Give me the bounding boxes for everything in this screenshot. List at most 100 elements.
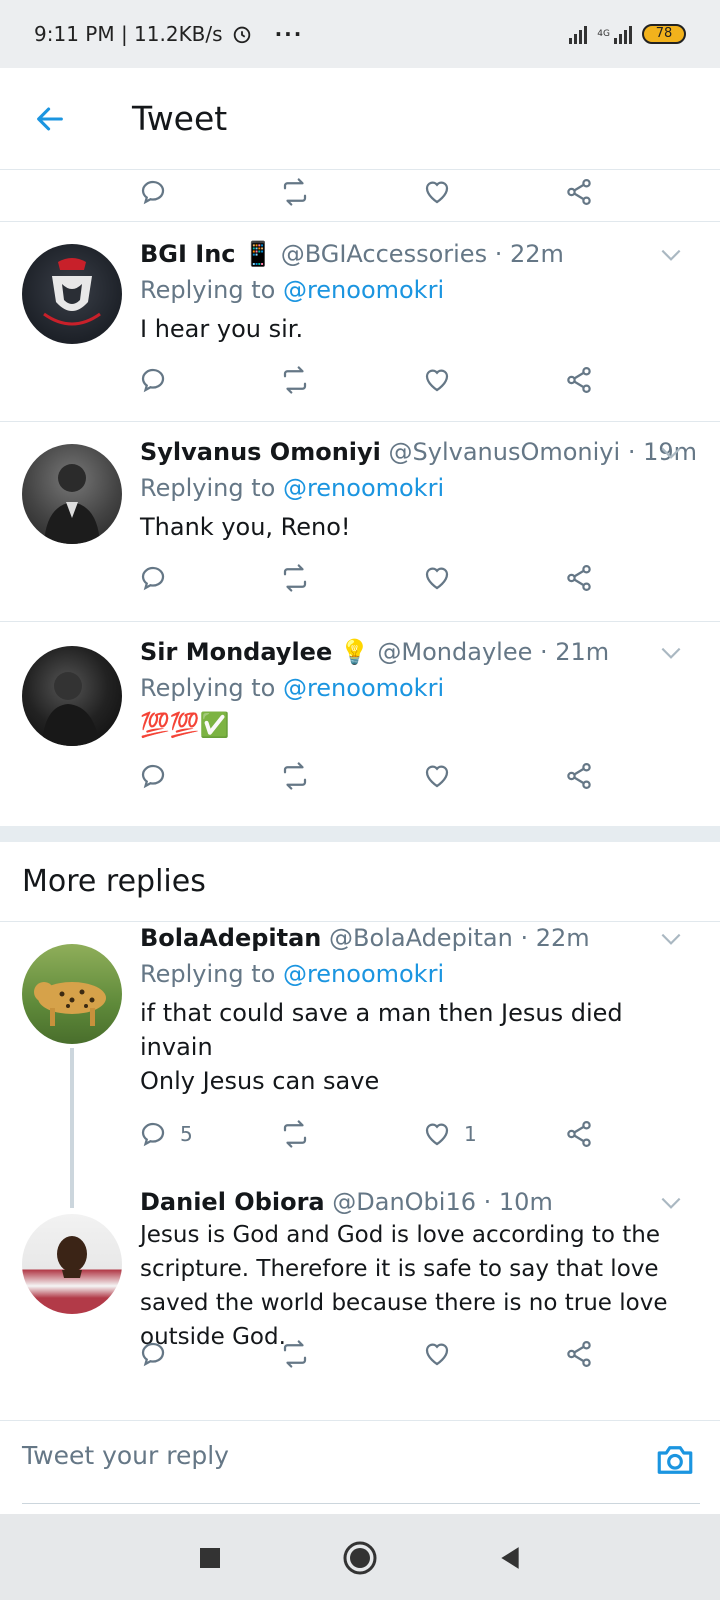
mention-link[interactable]: @renoomokri	[283, 960, 444, 988]
tweet-text: 💯💯✅	[140, 711, 230, 739]
avatar[interactable]	[22, 944, 122, 1044]
chevron-down-icon[interactable]	[658, 242, 684, 268]
replying-label: Replying to	[140, 276, 283, 304]
author-name[interactable]: BGI Inc	[140, 240, 236, 268]
share-button[interactable]	[564, 761, 594, 791]
mention-link[interactable]: @renoomokri	[283, 674, 444, 702]
author-handle[interactable]: @BolaAdepitan	[329, 924, 513, 952]
like-button[interactable]	[422, 177, 452, 207]
retweet-button[interactable]	[280, 761, 310, 791]
like-button[interactable]	[422, 563, 452, 593]
share-icon	[567, 763, 591, 789]
chevron-down-icon[interactable]	[658, 440, 684, 466]
like-button[interactable]	[422, 1339, 452, 1369]
heart-icon	[425, 567, 449, 590]
circle-icon	[343, 1541, 377, 1575]
retweet-button[interactable]	[280, 563, 310, 593]
retweet-button[interactable]	[280, 177, 310, 207]
author-handle[interactable]: @Mondaylee	[377, 638, 532, 666]
reply-icon	[141, 180, 165, 205]
retweet-icon	[283, 1120, 307, 1148]
author-handle[interactable]: @DanObi16	[332, 1188, 476, 1216]
share-icon	[567, 565, 591, 591]
person-photo-icon	[42, 672, 100, 746]
heart-icon	[425, 1123, 449, 1146]
like-count: 1	[464, 1122, 477, 1146]
avatar[interactable]	[22, 1214, 122, 1314]
tweet-item[interactable]: Sylvanus Omoniyi @SylvanusOmoniyi · 19m …	[0, 422, 720, 622]
reply-button[interactable]: 5	[138, 1119, 193, 1149]
tweet-item[interactable]: BolaAdepitan @BolaAdepitan · 22m Replyin…	[0, 922, 720, 1192]
alarm-icon	[233, 26, 250, 44]
author-name[interactable]: Daniel Obiora	[140, 1188, 325, 1216]
heart-icon	[425, 369, 449, 392]
page-title: Tweet	[132, 99, 228, 138]
home-button[interactable]	[336, 1534, 384, 1582]
system-navigation-bar	[0, 1514, 720, 1600]
reply-button[interactable]	[138, 365, 168, 395]
like-button[interactable]	[422, 761, 452, 791]
back-nav-button[interactable]	[486, 1534, 534, 1582]
network-type: 4G	[597, 28, 610, 39]
chevron-down-icon[interactable]	[658, 1190, 684, 1216]
reply-button[interactable]	[138, 563, 168, 593]
back-arrow-icon	[37, 107, 63, 130]
reply-input[interactable]: Tweet your reply	[22, 1441, 229, 1470]
author-name[interactable]: Sylvanus Omoniyi	[140, 438, 381, 466]
status-bar: 9:11 PM | 11.2KB/s ··· 4G 78	[0, 0, 720, 68]
triangle-back-icon	[501, 1547, 519, 1569]
heart-icon	[425, 181, 449, 204]
author-name[interactable]: BolaAdepitan	[140, 924, 321, 952]
share-button[interactable]	[564, 563, 594, 593]
retweet-icon	[283, 366, 307, 394]
reply-icon	[141, 368, 165, 393]
avatar[interactable]	[22, 244, 122, 344]
status-time: 9:11 PM | 11.2KB/s	[34, 22, 223, 46]
reply-button[interactable]	[138, 1339, 168, 1369]
tweet-item[interactable]: BGI Inc 📱 @BGIAccessories · 22m Replying…	[0, 222, 720, 422]
camera-icon[interactable]	[654, 1439, 696, 1481]
retweet-icon	[283, 1340, 307, 1368]
top-app-bar: Tweet	[0, 68, 720, 170]
bgi-logo-icon	[43, 258, 101, 326]
replying-to: Replying to @renoomokri	[140, 960, 444, 988]
like-button[interactable]: 1	[422, 1119, 477, 1149]
chevron-down-icon[interactable]	[658, 926, 684, 952]
replying-to: Replying to @renoomokri	[140, 674, 444, 702]
chevron-down-icon[interactable]	[658, 640, 684, 666]
share-button[interactable]	[564, 365, 594, 395]
back-button[interactable]	[0, 69, 100, 169]
bulb-emoji: 💡	[339, 638, 370, 666]
reply-button[interactable]	[138, 177, 168, 207]
retweet-button[interactable]	[280, 1339, 310, 1369]
retweet-icon	[283, 178, 307, 206]
reply-icon	[141, 1122, 165, 1147]
like-button[interactable]	[422, 365, 452, 395]
share-icon	[567, 1341, 591, 1367]
leopard-photo-icon	[34, 982, 106, 1026]
tweet-text-line1: if that could save a man then Jesus died…	[140, 999, 623, 1061]
mention-link[interactable]: @renoomokri	[283, 474, 444, 502]
author-handle[interactable]: @BGIAccessories	[281, 240, 487, 268]
tweet-item[interactable]: Daniel Obiora @DanObi16 · 10m Jesus is G…	[0, 1188, 720, 1420]
share-icon	[567, 367, 591, 393]
retweet-button[interactable]	[280, 1119, 310, 1149]
tweet-time: · 22m	[494, 240, 564, 268]
tweet-text-line2: Only Jesus can save	[140, 1067, 380, 1095]
share-button[interactable]	[564, 1339, 594, 1369]
retweet-button[interactable]	[280, 365, 310, 395]
mention-link[interactable]: @renoomokri	[283, 276, 444, 304]
avatar[interactable]	[22, 646, 122, 746]
retweet-icon	[283, 762, 307, 790]
share-button[interactable]	[564, 1119, 594, 1149]
tweet-time: · 21m	[540, 638, 610, 666]
reply-button[interactable]	[138, 761, 168, 791]
recent-apps-button[interactable]	[186, 1534, 234, 1582]
tweet-item[interactable]: Sir Mondaylee 💡 @Mondaylee · 21m Replyin…	[0, 622, 720, 826]
share-button[interactable]	[564, 177, 594, 207]
author-handle[interactable]: @SylvanusOmoniyi	[389, 438, 621, 466]
avatar[interactable]	[22, 444, 122, 544]
author-name[interactable]: Sir Mondaylee	[140, 638, 332, 666]
replying-to: Replying to @renoomokri	[140, 474, 444, 502]
more-replies-heading: More replies	[0, 842, 720, 922]
